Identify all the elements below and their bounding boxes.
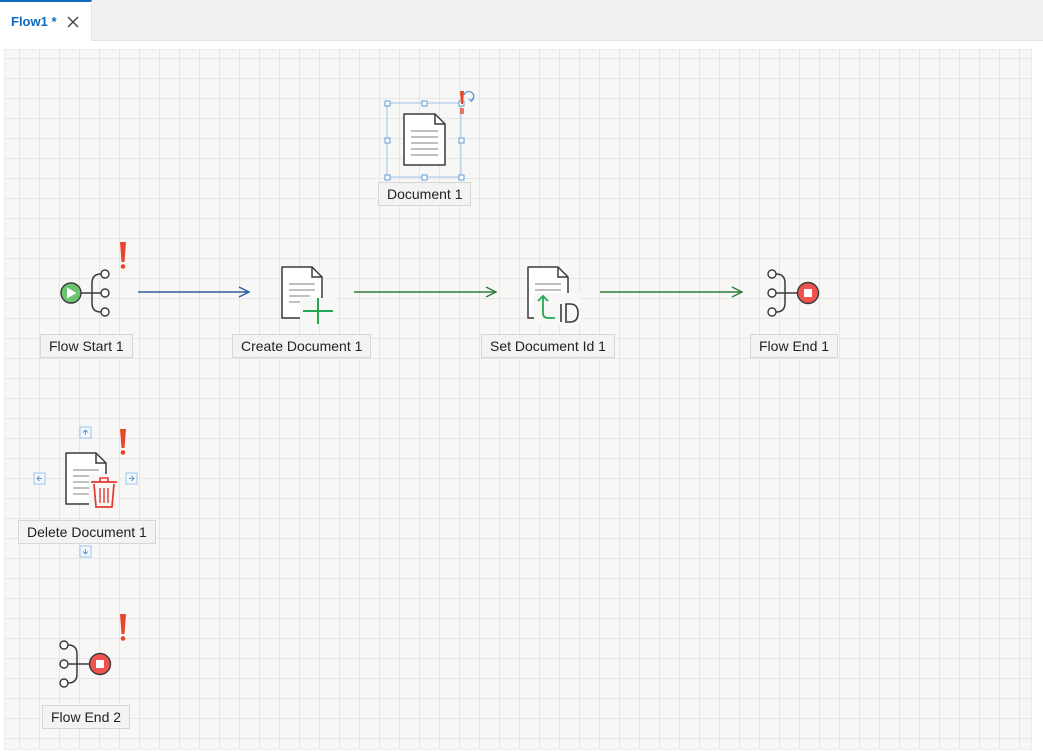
flow-end-icon — [767, 269, 820, 317]
node-create-document-1[interactable] — [281, 266, 334, 324]
port-arrow-up[interactable] — [79, 426, 92, 439]
flow-end-icon — [59, 640, 112, 688]
rotate-icon[interactable] — [463, 90, 475, 102]
node-document-1[interactable] — [384, 90, 475, 181]
node-flow-end-2[interactable] — [59, 614, 126, 688]
label-set-document-id-1[interactable]: Set Document Id 1 — [481, 334, 615, 358]
port-arrow-down[interactable] — [79, 545, 92, 558]
flow-diagram — [33, 90, 820, 688]
node-flow-start-1[interactable] — [60, 242, 126, 317]
node-set-document-id-1[interactable] — [527, 266, 580, 325]
label-delete-document-1[interactable]: Delete Document 1 — [18, 520, 156, 544]
warning-icon — [120, 429, 126, 455]
label-flow-start-1[interactable]: Flow Start 1 — [40, 334, 133, 358]
label-document-1[interactable]: Document 1 — [378, 182, 472, 206]
document-icon — [403, 113, 446, 166]
delete-document-icon — [65, 452, 119, 510]
label-flow-end-1[interactable]: Flow End 1 — [750, 334, 839, 358]
flow-start-icon — [60, 269, 110, 317]
create-document-icon — [281, 266, 334, 324]
set-document-id-icon — [527, 266, 580, 325]
label-create-document-1[interactable]: Create Document 1 — [232, 334, 372, 358]
port-arrow-left[interactable] — [33, 472, 46, 485]
warning-icon — [120, 242, 126, 269]
port-arrow-right[interactable] — [125, 472, 138, 485]
label-flow-end-2[interactable]: Flow End 2 — [42, 705, 131, 729]
node-flow-end-1[interactable] — [767, 269, 820, 317]
warning-icon — [120, 614, 126, 641]
